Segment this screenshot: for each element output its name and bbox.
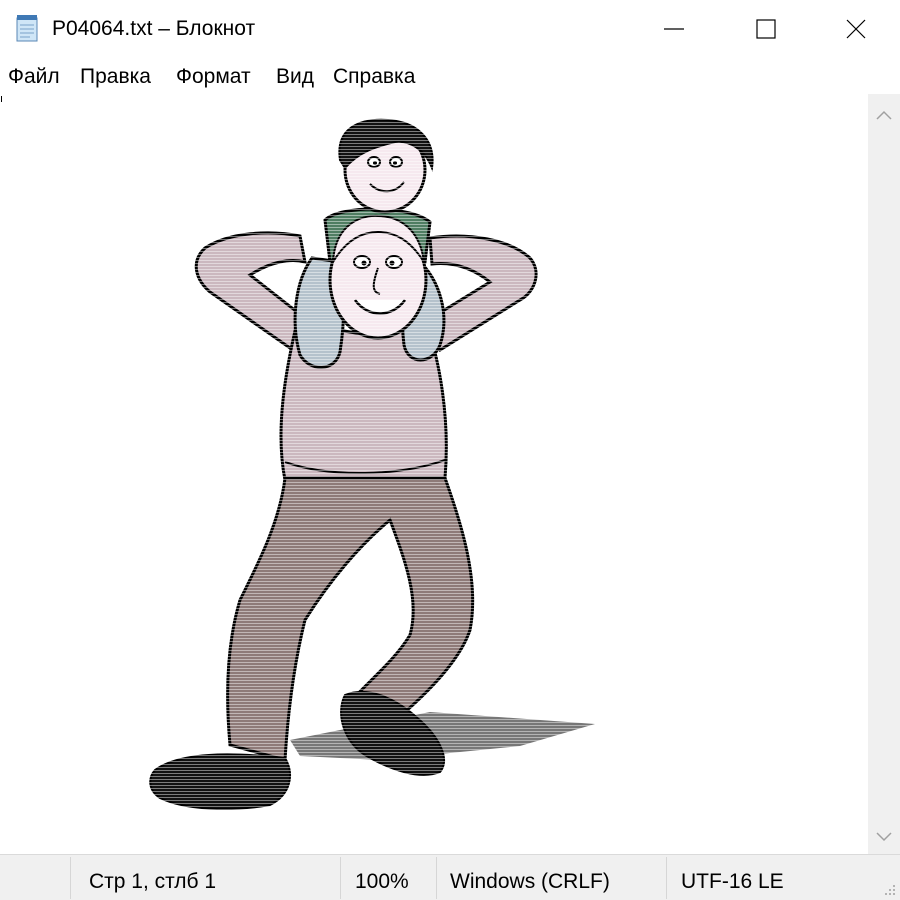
status-separator <box>340 857 341 899</box>
zoom-level: 100% <box>355 870 409 893</box>
vertical-scrollbar[interactable] <box>868 94 900 854</box>
close-icon <box>846 19 866 39</box>
encoding: UTF-16 LE <box>681 870 784 893</box>
menu-bar: Файл Правка Формат Вид Справка <box>0 60 900 94</box>
window-title: P04064.txt – Блокнот <box>52 17 256 40</box>
ascii-art-picture <box>140 110 610 820</box>
minimize-icon <box>664 28 684 30</box>
resize-grip-icon[interactable] <box>882 882 896 896</box>
menu-view[interactable]: Вид <box>276 64 314 90</box>
chevron-down-icon <box>876 832 892 842</box>
status-separator <box>70 857 71 899</box>
status-separator <box>436 857 437 899</box>
scroll-up-button[interactable] <box>868 102 900 128</box>
title-bar[interactable]: P04064.txt – Блокнот <box>0 0 900 58</box>
text-editor-area[interactable] <box>0 94 868 854</box>
cursor-position: Стр 1, стлб 1 <box>89 870 217 893</box>
menu-help[interactable]: Справка <box>333 64 415 90</box>
status-separator <box>666 857 667 899</box>
minimize-button[interactable] <box>628 0 720 58</box>
chevron-up-icon <box>876 110 892 120</box>
menu-format[interactable]: Формат <box>176 64 251 90</box>
notepad-icon <box>16 15 38 42</box>
scroll-down-button[interactable] <box>868 824 900 850</box>
menu-edit[interactable]: Правка <box>80 64 151 90</box>
status-bar: Стр 1, стлб 1 100% Windows (CRLF) UTF-16… <box>0 854 900 900</box>
maximize-icon <box>756 19 776 39</box>
maximize-button[interactable] <box>720 0 812 58</box>
menu-file[interactable]: Файл <box>8 64 60 90</box>
line-ending: Windows (CRLF) <box>450 870 610 893</box>
close-button[interactable] <box>810 0 900 58</box>
